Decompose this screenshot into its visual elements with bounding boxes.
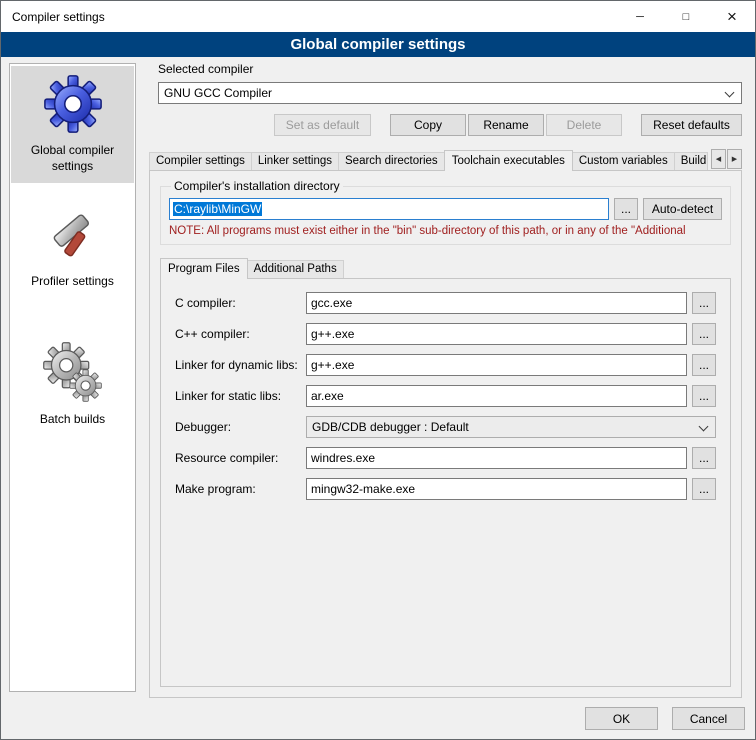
make-program-input[interactable] bbox=[306, 478, 687, 500]
make-program-label: Make program: bbox=[175, 482, 306, 496]
install-dir-row: C:\raylib\MinGW ... Auto-detect bbox=[169, 198, 722, 220]
form-row-c-compiler: C compiler: ... bbox=[175, 292, 716, 314]
sidebar-item-batch-builds[interactable]: Batch builds bbox=[11, 335, 134, 437]
debugger-select[interactable]: GDB/CDB debugger : Default bbox=[306, 416, 716, 438]
chevron-down-icon bbox=[699, 422, 709, 432]
install-dir-browse-button[interactable]: ... bbox=[614, 198, 638, 220]
auto-detect-button[interactable]: Auto-detect bbox=[643, 198, 722, 220]
tab-linker-settings[interactable]: Linker settings bbox=[251, 152, 339, 170]
copy-button[interactable]: Copy bbox=[390, 114, 466, 136]
install-dir-value: C:\raylib\MinGW bbox=[173, 202, 262, 216]
settings-tabstrip: Compiler settings Linker settings Search… bbox=[149, 148, 742, 170]
static-linker-browse-button[interactable]: ... bbox=[692, 385, 716, 407]
window-controls: ─ □ × bbox=[617, 1, 755, 32]
sidebar-item-label: Global compiler settings bbox=[13, 143, 132, 174]
main-settings-area: Selected compiler GNU GCC Compiler Set a… bbox=[149, 61, 742, 698]
tab-scroll-right-icon[interactable]: ▶ bbox=[727, 149, 742, 169]
program-files-panel: C compiler: ... C++ compiler: ... Linker… bbox=[160, 278, 731, 687]
minimize-icon: ─ bbox=[636, 11, 644, 23]
subtab-additional-paths[interactable]: Additional Paths bbox=[247, 260, 344, 278]
minimize-button[interactable]: ─ bbox=[617, 1, 663, 32]
delete-button[interactable]: Delete bbox=[546, 114, 622, 136]
tab-scroll-left-icon[interactable]: ◀ bbox=[711, 149, 726, 169]
category-sidebar: Global compiler settings Profiler settin… bbox=[9, 63, 136, 692]
maximize-icon: □ bbox=[683, 11, 690, 23]
dialog-header: Global compiler settings bbox=[1, 32, 755, 57]
static-linker-input[interactable] bbox=[306, 385, 687, 407]
blue-gear-icon bbox=[42, 73, 104, 135]
cpp-compiler-browse-button[interactable]: ... bbox=[692, 323, 716, 345]
c-compiler-browse-button[interactable]: ... bbox=[692, 292, 716, 314]
dialog-header-title: Global compiler settings bbox=[290, 36, 465, 53]
form-row-static-linker: Linker for static libs: ... bbox=[175, 385, 716, 407]
ok-button[interactable]: OK bbox=[585, 707, 658, 730]
reset-defaults-button[interactable]: Reset defaults bbox=[641, 114, 742, 136]
sidebar-item-profiler-settings[interactable]: Profiler settings bbox=[11, 197, 134, 299]
compiler-actions: Set as default Copy Rename Delete Reset … bbox=[149, 114, 742, 136]
form-row-make-program: Make program: ... bbox=[175, 478, 716, 500]
selected-compiler-label: Selected compiler bbox=[158, 62, 742, 76]
debugger-select-value: GDB/CDB debugger : Default bbox=[312, 420, 469, 434]
cpp-compiler-label: C++ compiler: bbox=[175, 327, 306, 341]
compiler-select-value: GNU GCC Compiler bbox=[164, 86, 272, 100]
debugger-label: Debugger: bbox=[175, 420, 306, 434]
program-files-tabstrip: Program Files Additional Paths bbox=[160, 256, 731, 278]
rename-button[interactable]: Rename bbox=[468, 114, 544, 136]
set-as-default-button[interactable]: Set as default bbox=[274, 114, 371, 136]
sidebar-item-label: Profiler settings bbox=[31, 274, 114, 290]
form-row-dynamic-linker: Linker for dynamic libs: ... bbox=[175, 354, 716, 376]
resource-compiler-browse-button[interactable]: ... bbox=[692, 447, 716, 469]
programs-note: NOTE: All programs must exist either in … bbox=[169, 225, 722, 237]
titlebar[interactable]: Compiler settings ─ □ × bbox=[1, 1, 755, 32]
tab-scroll-controls: ◀ ▶ bbox=[710, 149, 742, 169]
dynamic-linker-browse-button[interactable]: ... bbox=[692, 354, 716, 376]
gray-gears-icon bbox=[42, 342, 104, 404]
compiler-settings-window: Compiler settings ─ □ × Global compiler … bbox=[0, 0, 756, 740]
close-icon: × bbox=[727, 7, 737, 27]
tab-toolchain-executables[interactable]: Toolchain executables bbox=[444, 150, 573, 171]
form-row-debugger: Debugger: GDB/CDB debugger : Default bbox=[175, 416, 716, 438]
make-program-browse-button[interactable]: ... bbox=[692, 478, 716, 500]
window-title: Compiler settings bbox=[12, 10, 105, 24]
compiler-select[interactable]: GNU GCC Compiler bbox=[158, 82, 742, 104]
maximize-button[interactable]: □ bbox=[663, 1, 709, 32]
toolchain-executables-panel: Compiler's installation directory C:\ray… bbox=[149, 170, 742, 698]
dynamic-linker-label: Linker for dynamic libs: bbox=[175, 358, 306, 372]
install-dir-input[interactable]: C:\raylib\MinGW bbox=[169, 198, 609, 220]
dialog-content: Global compiler settings Profiler settin… bbox=[1, 57, 755, 739]
c-compiler-input[interactable] bbox=[306, 292, 687, 314]
tab-compiler-settings[interactable]: Compiler settings bbox=[149, 152, 252, 170]
close-button[interactable]: × bbox=[709, 1, 755, 32]
cpp-compiler-input[interactable] bbox=[306, 323, 687, 345]
tab-custom-variables[interactable]: Custom variables bbox=[572, 152, 675, 170]
sidebar-item-label: Batch builds bbox=[40, 412, 105, 428]
install-dir-group: Compiler's installation directory C:\ray… bbox=[160, 179, 731, 245]
form-row-resource-compiler: Resource compiler: ... bbox=[175, 447, 716, 469]
profiler-tool-icon bbox=[42, 204, 104, 266]
chevron-down-icon bbox=[725, 88, 735, 98]
install-dir-group-title: Compiler's installation directory bbox=[171, 179, 343, 193]
form-row-cpp-compiler: C++ compiler: ... bbox=[175, 323, 716, 345]
tab-search-directories[interactable]: Search directories bbox=[338, 152, 445, 170]
dynamic-linker-input[interactable] bbox=[306, 354, 687, 376]
c-compiler-label: C compiler: bbox=[175, 296, 306, 310]
sidebar-item-global-compiler-settings[interactable]: Global compiler settings bbox=[11, 66, 134, 183]
tab-build-options[interactable]: Build options bbox=[674, 152, 708, 170]
cancel-button[interactable]: Cancel bbox=[672, 707, 745, 730]
resource-compiler-input[interactable] bbox=[306, 447, 687, 469]
subtab-program-files[interactable]: Program Files bbox=[160, 258, 248, 279]
static-linker-label: Linker for static libs: bbox=[175, 389, 306, 403]
resource-compiler-label: Resource compiler: bbox=[175, 451, 306, 465]
dialog-footer: OK Cancel bbox=[585, 707, 745, 730]
